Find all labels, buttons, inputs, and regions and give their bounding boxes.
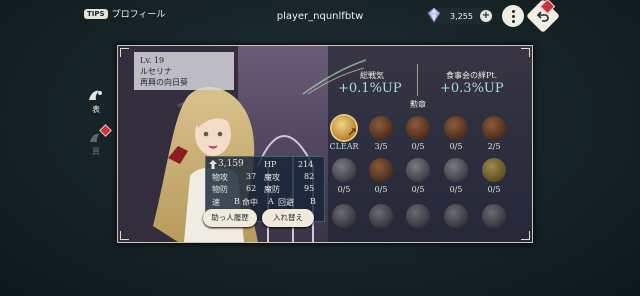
patk-label: 物攻: [212, 173, 228, 182]
character-profile-panel: Lv. 19 ルセリナ 再興の向日葵 3,159 HP 214 物攻 37 魔攻…: [117, 45, 533, 243]
total-battle-spirit-label: 総戦気: [360, 71, 384, 80]
medal[interactable]: [369, 116, 393, 140]
character-title: 再興の向日葵: [140, 78, 188, 87]
alternate-form-icon: [90, 133, 99, 142]
medal-label: 0/5: [449, 142, 463, 151]
tab-alternate[interactable]: 異: [85, 130, 107, 157]
character-name-card: Lv. 19 ルセリナ 再興の向日葵: [134, 52, 234, 90]
currency-value: 3,255: [450, 11, 473, 21]
tab-alternate-label: 異: [92, 147, 100, 156]
medal-label: 0/5: [337, 185, 351, 194]
medal[interactable]: [482, 204, 506, 228]
medal[interactable]: [332, 204, 356, 228]
dot-icon: [511, 9, 515, 13]
dot-icon: [511, 14, 515, 18]
summary-divider: [417, 64, 418, 96]
mdef-label: 魔防: [264, 185, 280, 194]
medal[interactable]: [406, 204, 430, 228]
medal-label: 2/5: [487, 142, 501, 151]
panel-corner-ornament: [120, 48, 129, 57]
medals-heading: 勲章: [410, 100, 426, 109]
hp-label: HP: [264, 160, 277, 169]
helper-history-button[interactable]: 助っ人履歴: [203, 209, 257, 227]
crystal-gem-icon: [427, 7, 441, 23]
evasion-rank: B: [310, 197, 316, 206]
medal[interactable]: [369, 204, 393, 228]
dinner-bond-value: +0.3%UP: [440, 81, 504, 96]
combat-power-icon: [209, 160, 217, 169]
tab-front-label: 表: [92, 105, 100, 114]
character-name: ルセリナ: [140, 67, 172, 76]
medal-label: CLEAR: [329, 142, 359, 151]
speed-label: 速: [212, 198, 220, 207]
character-level: Lv. 19: [140, 56, 165, 65]
accuracy-rank: A: [268, 197, 274, 206]
currency-display: 3,255 +: [427, 7, 494, 24]
medal[interactable]: [406, 116, 430, 140]
medal[interactable]: [444, 116, 468, 140]
medal-label: 3/5: [374, 142, 388, 151]
patk-value: 37: [246, 172, 257, 181]
hp-value: 214: [298, 160, 314, 169]
add-currency-button[interactable]: +: [480, 10, 492, 22]
pdef-label: 物防: [212, 185, 228, 194]
speed-rank: B: [234, 197, 240, 206]
medal-label: 0/5: [374, 185, 388, 194]
medal[interactable]: [482, 116, 506, 140]
total-battle-spirit-value: +0.1%UP: [338, 81, 402, 96]
pdef-value: 62: [246, 184, 257, 193]
medal[interactable]: [444, 158, 468, 182]
more-menu-button[interactable]: [502, 5, 524, 27]
medal-label: 0/5: [487, 185, 501, 194]
dot-icon: [511, 19, 515, 23]
medal[interactable]: [332, 158, 356, 182]
matk-label: 魔攻: [264, 173, 280, 182]
panel-corner-ornament: [521, 48, 530, 57]
mdef-value: 95: [304, 184, 315, 193]
combat-power: 3,159: [218, 159, 244, 169]
dinner-bond-label: 食事会の絆Pt.: [446, 71, 498, 80]
medal-label: 0/5: [449, 185, 463, 194]
front-form-icon: [89, 90, 102, 100]
medal[interactable]: [369, 158, 393, 182]
accuracy-label: 命中: [242, 198, 258, 207]
swap-button[interactable]: 入れ替え: [262, 209, 314, 227]
panel-corner-ornament: [120, 231, 129, 240]
medal[interactable]: [406, 158, 430, 182]
medal[interactable]: [482, 158, 506, 182]
evasion-label: 回避: [278, 198, 294, 207]
medal-label: 0/5: [411, 142, 425, 151]
clear-medal-emblem-icon: [348, 128, 356, 136]
tab-front[interactable]: 表: [85, 88, 107, 115]
panel-corner-ornament: [521, 231, 530, 240]
matk-value: 82: [304, 172, 315, 181]
medal-label: 0/5: [411, 185, 425, 194]
medal[interactable]: [444, 204, 468, 228]
